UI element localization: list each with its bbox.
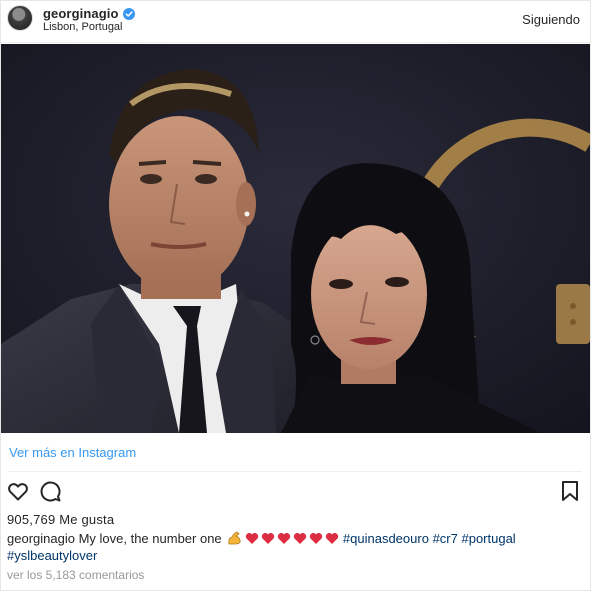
view-more-instagram-link[interactable]: Ver más en Instagram: [9, 445, 136, 460]
username-row: georginagio: [43, 6, 135, 21]
flexed-biceps-icon: [228, 531, 241, 545]
instagram-embed-card: georginagio Lisbon, Portugal Siguiendo V…: [0, 0, 591, 591]
hashtag-link[interactable]: #quinasdeouro: [343, 531, 429, 546]
red-heart-icon: [294, 532, 307, 544]
post-photo[interactable]: [1, 44, 590, 433]
red-heart-icon: [310, 532, 323, 544]
post-header: georginagio Lisbon, Portugal Siguiendo: [1, 1, 590, 43]
action-bar: [6, 479, 584, 505]
caption-text: My love, the number one: [78, 531, 222, 546]
verified-badge-icon: [122, 7, 135, 20]
heart-icon[interactable]: [6, 479, 30, 503]
divider: [9, 471, 582, 472]
caption-emojis: [227, 531, 339, 545]
caption-username-link[interactable]: georginagio: [7, 531, 75, 546]
comment-icon[interactable]: [38, 479, 62, 503]
post-photo-image: [1, 44, 590, 433]
username-link[interactable]: georginagio: [43, 6, 119, 21]
caption: georginagio My love, the number one #qui…: [7, 530, 582, 564]
view-comments-link[interactable]: ver los 5,183 comentarios: [7, 568, 144, 582]
red-heart-icon: [278, 532, 291, 544]
hashtag-link[interactable]: #portugal: [461, 531, 515, 546]
hashtag-link[interactable]: #cr7: [433, 531, 458, 546]
red-heart-icon: [246, 532, 259, 544]
red-heart-icon: [262, 532, 275, 544]
likes-count[interactable]: 905,769 Me gusta: [7, 512, 114, 527]
avatar[interactable]: [7, 5, 33, 31]
following-button[interactable]: Siguiendo: [522, 12, 580, 27]
red-heart-icon: [326, 532, 339, 544]
bookmark-icon[interactable]: [560, 479, 580, 503]
location-link[interactable]: Lisbon, Portugal: [43, 21, 123, 33]
hashtag-link[interactable]: #yslbeautylover: [7, 548, 97, 563]
